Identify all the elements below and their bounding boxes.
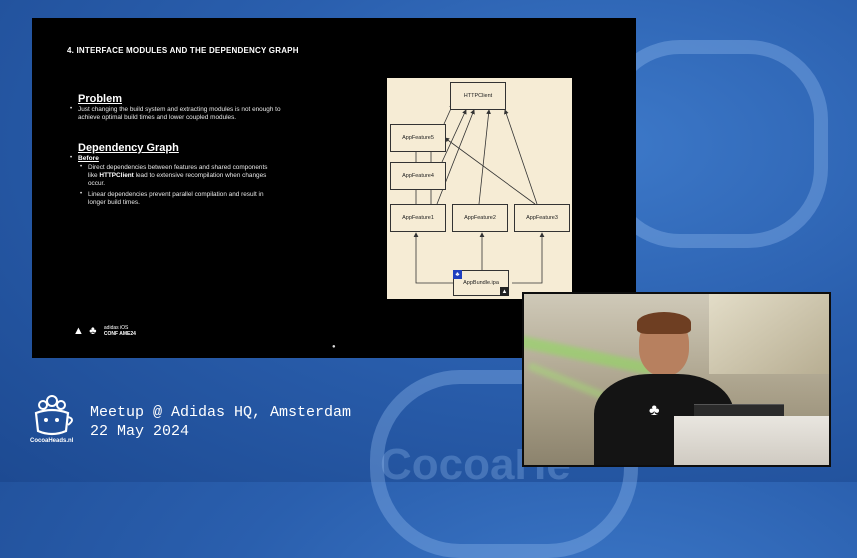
node-appfeature5: AppFeature5	[390, 124, 446, 152]
cocoaheads-mascot-icon	[34, 395, 73, 436]
meetup-title: Meetup @ Adidas HQ, Amsterdam	[90, 404, 352, 421]
node-appfeature4: AppFeature4	[390, 162, 446, 190]
bullet-1: Direct dependencies between features and…	[88, 164, 273, 188]
node-appfeature3: AppFeature3	[514, 204, 570, 232]
adidas-badge-icon: ♣	[453, 270, 462, 279]
bullet-dot: •	[70, 155, 73, 161]
problem-text: Just changing the build system and extra…	[78, 106, 281, 121]
dependency-diagram: HTTPClient AppFeature5 AppFeature4 AppFe…	[387, 78, 572, 299]
node-appfeature2: AppFeature2	[452, 204, 508, 232]
dependency-graph-heading: Dependency Graph	[78, 142, 179, 154]
adidas-trefoil-icon: ♣	[89, 325, 97, 337]
adidas-stripes-icon: ▲	[73, 325, 84, 337]
cocoaheads-brand-label: CocoaHeads.nl	[30, 438, 74, 444]
slide-title: 4. INTERFACE MODULES AND THE DEPENDENCY …	[67, 46, 299, 55]
bullet-dot: •	[80, 164, 83, 170]
page-indicator: ●	[332, 344, 336, 350]
meetup-date: 22 May 2024	[90, 423, 190, 440]
bullet-1-bold: HTTPClient	[99, 172, 134, 179]
footer-brand-line2: CONF AME24	[103, 331, 136, 337]
bullet-dot: •	[70, 106, 73, 112]
node-httpclient: HTTPClient	[450, 82, 506, 110]
before-label: Before	[78, 155, 99, 162]
xcode-badge-icon: ▲	[500, 287, 509, 296]
problem-heading: Problem	[78, 93, 123, 105]
shirt-logo: ♣	[649, 402, 660, 419]
speaker-hair	[637, 312, 691, 334]
wall-art	[709, 294, 829, 374]
bullet-dot: •	[80, 191, 83, 197]
podium	[674, 416, 829, 465]
speaker-video: ♣	[522, 292, 831, 467]
node-appfeature1: AppFeature1	[390, 204, 446, 232]
bullet-2: Linear dependencies prevent parallel com…	[88, 191, 264, 206]
slide-footer-logos: ▲ ♣ adidas iOS CONF AME24	[73, 325, 136, 337]
